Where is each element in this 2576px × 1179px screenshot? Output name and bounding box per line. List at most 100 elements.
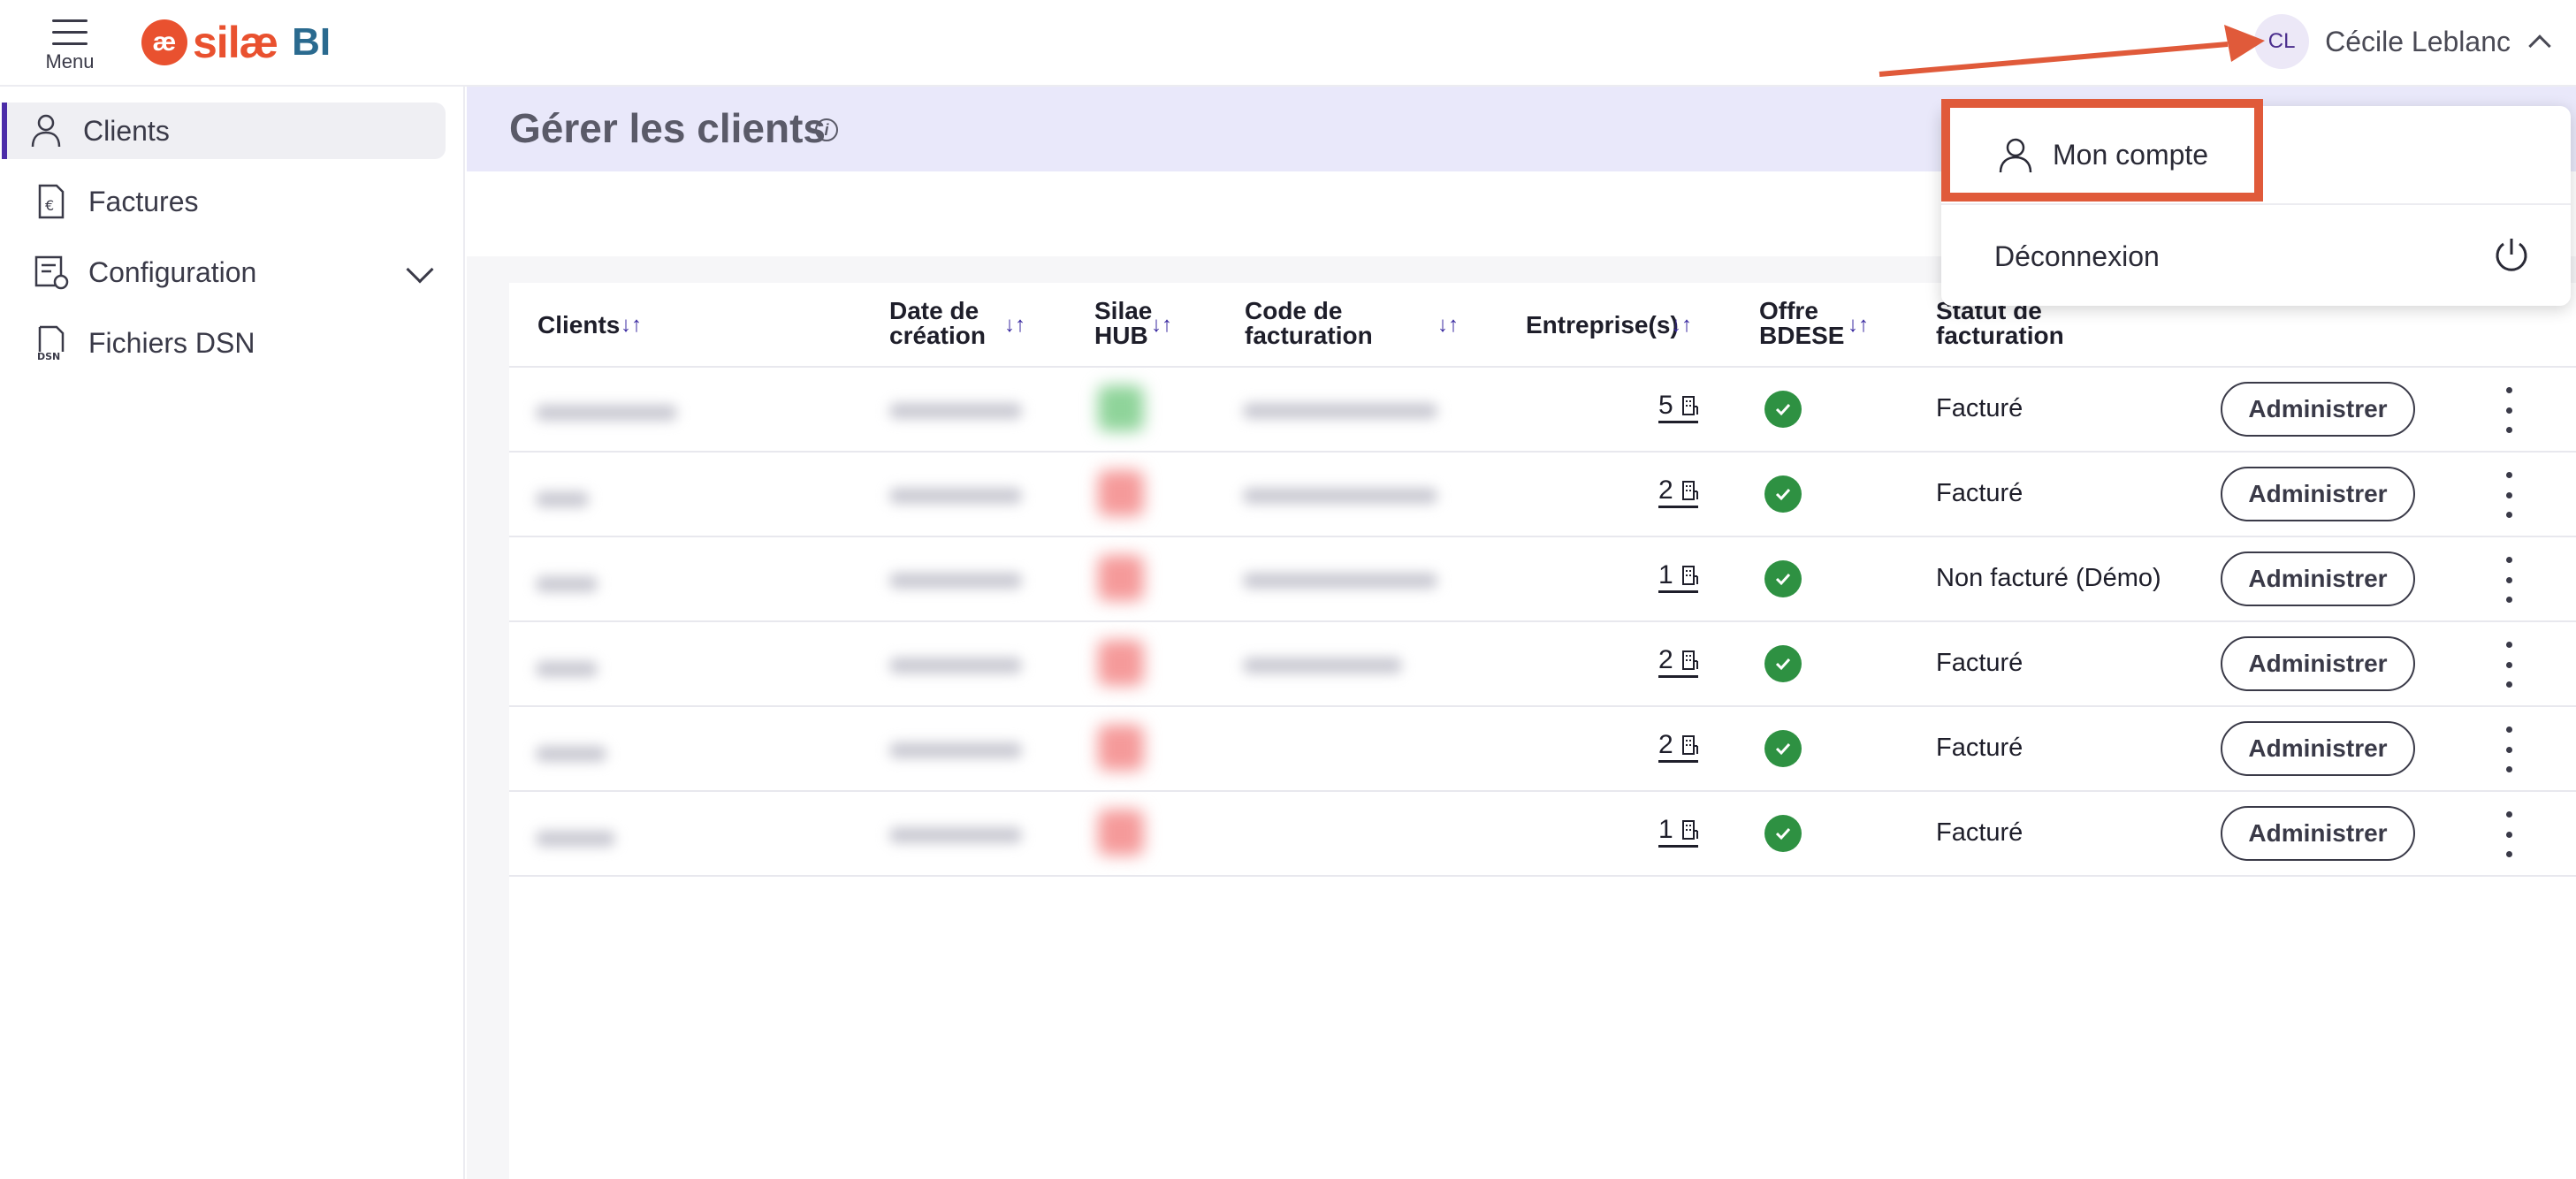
redacted-code (1243, 488, 1437, 504)
sort-icon[interactable]: ↓↑ (1848, 313, 1869, 338)
svg-text:DSN: DSN (37, 351, 60, 361)
administrer-button[interactable]: Administrer (2221, 467, 2415, 521)
administrer-button[interactable]: Administrer (2221, 382, 2415, 437)
redacted-code (1243, 403, 1437, 419)
sort-icon[interactable]: ↓↑ (1151, 313, 1172, 338)
menu-item-label: Déconnexion (1994, 240, 2160, 272)
dsn-file-icon: DSN (34, 325, 69, 361)
user-dropdown-menu: Mon compte Déconnexion (1941, 106, 2571, 306)
table-row: 1 Facturé Administrer (509, 792, 2576, 877)
sidebar-item-clients[interactable]: Clients (2, 103, 446, 159)
redacted-date (889, 573, 1022, 589)
sidebar: Clients € Factures Configuration DSN Fic… (0, 87, 465, 1179)
building-icon (1681, 396, 1698, 415)
redacted-date (889, 403, 1022, 419)
redacted-date (889, 827, 1022, 843)
clients-table: Clients ↓↑ Date de création ↓↑ Silae HUB ↓… (509, 283, 2576, 1179)
info-icon[interactable]: i (815, 118, 838, 141)
billing-status: Facturé (1936, 479, 2023, 507)
chevron-up-icon (2528, 34, 2551, 57)
sort-icon[interactable]: ↓↑ (1671, 313, 1692, 338)
billing-status: Facturé (1936, 734, 2023, 762)
table-row: 2 Facturé Administrer (509, 622, 2576, 707)
hub-status-indicator (1098, 555, 1144, 601)
check-icon (1764, 815, 1802, 852)
check-icon (1764, 475, 1802, 513)
redacted-client-name (536, 746, 606, 762)
building-icon (1681, 650, 1698, 670)
check-icon (1764, 645, 1802, 682)
sidebar-item-fichiers-dsn[interactable]: DSN Fichiers DSN (7, 315, 451, 371)
redacted-date (889, 742, 1022, 758)
building-icon (1681, 735, 1698, 755)
administrer-button[interactable]: Administrer (2221, 636, 2415, 691)
more-options-icon[interactable] (2504, 642, 2514, 688)
menu-item-label: Mon compte (2053, 138, 2209, 171)
column-header-statut-facturation: Statut de facturation (1936, 297, 2064, 349)
column-header-code-facturation[interactable]: Code de facturation (1245, 299, 1373, 348)
more-options-icon[interactable] (2504, 387, 2514, 433)
administrer-button[interactable]: Administrer (2221, 551, 2415, 606)
check-icon (1764, 730, 1802, 767)
sort-icon[interactable]: ↓↑ (1004, 313, 1025, 338)
column-header-offre-bdese[interactable]: Offre BDESE (1759, 299, 1844, 348)
more-options-icon[interactable] (2504, 726, 2514, 772)
building-icon (1681, 481, 1698, 500)
check-icon (1764, 391, 1802, 428)
more-options-icon[interactable] (2504, 811, 2514, 857)
sidebar-item-label: Clients (83, 114, 170, 147)
billing-status: Facturé (1936, 394, 2023, 422)
redacted-client-name (536, 491, 589, 507)
logo-text: silæ (193, 18, 278, 67)
more-options-icon[interactable] (2504, 557, 2514, 603)
menu-item-deconnexion[interactable]: Déconnexion (1941, 207, 2571, 306)
config-icon (34, 255, 69, 290)
top-bar: Menu æ silæ BI CL Cécile Leblanc (0, 0, 2576, 87)
menu-button[interactable]: Menu (39, 16, 101, 74)
hub-status-indicator (1098, 470, 1144, 516)
redacted-date (889, 658, 1022, 673)
administrer-button[interactable]: Administrer (2221, 806, 2415, 861)
logo-suffix: BI (292, 20, 332, 64)
menu-item-mon-compte[interactable]: Mon compte (1941, 106, 2571, 205)
power-icon (2496, 239, 2527, 271)
administrer-button[interactable]: Administrer (2221, 721, 2415, 776)
invoice-euro-icon: € (34, 184, 69, 219)
redacted-date (889, 488, 1022, 504)
more-options-icon[interactable] (2504, 472, 2514, 518)
chevron-down-icon[interactable] (406, 255, 434, 284)
page-title: Gérer les clients (509, 105, 826, 151)
hub-status-indicator (1098, 640, 1144, 686)
column-header-entreprises[interactable]: Entreprise(s) (1526, 313, 1679, 338)
entreprises-count-link[interactable]: 1 (1658, 560, 1698, 593)
logo[interactable]: æ silæ BI (141, 18, 331, 67)
redacted-client-name (536, 831, 615, 847)
user-icon (1999, 138, 2032, 173)
hub-status-indicator (1098, 725, 1144, 771)
sort-icon[interactable]: ↓↑ (621, 313, 642, 338)
table-row: 5 Facturé Administrer (509, 368, 2576, 453)
sort-icon[interactable]: ↓↑ (1437, 313, 1459, 338)
entreprises-count-link[interactable]: 5 (1658, 391, 1698, 423)
table-row: 1 Non facturé (Démo) Administrer (509, 537, 2576, 622)
entreprises-count-link[interactable]: 2 (1658, 475, 1698, 508)
hub-status-indicator (1098, 810, 1144, 856)
table-row: 2 Facturé Administrer (509, 707, 2576, 792)
entreprises-count-link[interactable]: 2 (1658, 645, 1698, 678)
entreprises-count-link[interactable]: 2 (1658, 730, 1698, 763)
user-menu-toggle[interactable]: CL Cécile Leblanc (2254, 12, 2551, 71)
check-icon (1764, 560, 1802, 597)
sidebar-item-configuration[interactable]: Configuration (7, 244, 451, 300)
entreprises-count-link[interactable]: 1 (1658, 815, 1698, 848)
user-icon (28, 113, 64, 148)
column-header-date[interactable]: Date de création (889, 299, 986, 348)
column-header-silae-hub[interactable]: Silae HUB (1094, 299, 1152, 348)
billing-status: Non facturé (Démo) (1936, 564, 2161, 592)
building-icon (1681, 820, 1698, 840)
billing-status: Facturé (1936, 649, 2023, 677)
sidebar-item-factures[interactable]: € Factures (7, 173, 451, 230)
column-header-clients[interactable]: Clients (537, 313, 620, 338)
avatar: CL (2254, 14, 2310, 69)
redacted-code (1243, 573, 1437, 589)
user-name: Cécile Leblanc (2325, 25, 2511, 57)
